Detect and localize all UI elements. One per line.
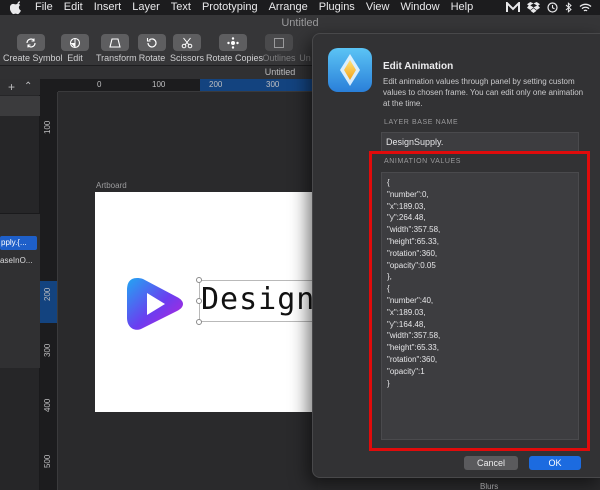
ruler-label: 200 xyxy=(43,287,52,301)
create-symbol-label: Create Symbol xyxy=(3,53,63,63)
resize-handle[interactable] xyxy=(196,277,202,283)
union-label: Un xyxy=(299,53,311,63)
menu-edit[interactable]: Edit xyxy=(64,0,83,15)
title-bar: Untitled xyxy=(0,15,600,32)
ok-button[interactable]: OK xyxy=(529,456,581,470)
resize-handle[interactable] xyxy=(196,319,202,325)
rotate-copies-label: Rotate Copies xyxy=(206,53,264,63)
wifi-icon[interactable] xyxy=(579,3,592,13)
scissors-icon xyxy=(181,37,193,48)
layer-base-name-label: LAYER BASE NAME xyxy=(384,119,459,126)
ruler-label: 100 xyxy=(152,80,166,89)
artboard-label[interactable]: Artboard xyxy=(96,181,127,190)
collapse-icon[interactable]: ⌃ xyxy=(24,81,32,92)
layers-panel-header: + ⌃ xyxy=(0,79,40,95)
outlines-icon xyxy=(274,37,284,48)
layer-base-name-field[interactable]: DesignSupply. xyxy=(381,132,579,153)
add-page-icon[interactable]: + xyxy=(8,80,15,94)
rotate-icon xyxy=(146,37,157,48)
app-window: File Edit Insert Layer Text Prototyping … xyxy=(0,0,600,490)
create-symbol-button[interactable]: Create Symbol xyxy=(3,34,63,66)
ruler-label: 500 xyxy=(43,454,52,468)
dropbox-icon[interactable] xyxy=(527,2,540,13)
edit-animation-dialog: Edit Animation Edit animation values thr… xyxy=(312,33,600,478)
layer-item[interactable]: aseInO... xyxy=(0,254,38,268)
transform-icon xyxy=(109,37,121,48)
plugin-app-icon xyxy=(328,48,372,92)
cancel-button[interactable]: Cancel xyxy=(464,456,518,470)
page-item[interactable] xyxy=(0,96,40,116)
dialog-title: Edit Animation xyxy=(383,61,454,72)
apple-icon[interactable] xyxy=(10,0,24,15)
scissors-label: Scissors xyxy=(170,53,205,63)
menu-window[interactable]: Window xyxy=(400,0,439,15)
layers-panel: + ⌃ pply.{... aseInO... xyxy=(0,79,40,490)
edit-icon xyxy=(69,37,81,48)
rotate-button[interactable]: Rotate xyxy=(138,34,166,66)
horizontal-ruler: 0 100 200 300 xyxy=(58,79,318,92)
ruler-label: 300 xyxy=(43,343,52,357)
artboard[interactable]: DesignS xyxy=(95,192,333,412)
ruler-label: 400 xyxy=(43,398,52,412)
resize-handle[interactable] xyxy=(196,298,202,304)
canvas[interactable]: Artboard DesignS xyxy=(58,92,333,490)
menu-text[interactable]: Text xyxy=(171,0,191,15)
ruler-corner xyxy=(40,79,58,92)
highlight-box xyxy=(369,151,590,451)
dialog-description: Edit animation values through panel by s… xyxy=(383,77,584,108)
play-logo-icon[interactable] xyxy=(125,274,185,334)
time-machine-icon[interactable] xyxy=(547,2,558,13)
menu-view[interactable]: View xyxy=(366,0,390,15)
status-area xyxy=(506,0,592,15)
menu-layer[interactable]: Layer xyxy=(132,0,160,15)
union-button[interactable]: Un xyxy=(298,34,312,66)
rotate-copies-button[interactable]: Rotate Copies xyxy=(206,34,264,66)
menu-insert[interactable]: Insert xyxy=(94,0,122,15)
transform-label: Transform xyxy=(96,53,137,63)
menu-bar: File Edit Insert Layer Text Prototyping … xyxy=(0,0,600,15)
transform-button[interactable]: Transform xyxy=(96,34,137,66)
window-title: Untitled xyxy=(281,17,319,29)
rotate-copies-icon xyxy=(227,36,239,49)
ruler-label: 0 xyxy=(97,80,102,89)
menu-prototyping[interactable]: Prototyping xyxy=(202,0,258,15)
menu-help[interactable]: Help xyxy=(451,0,474,15)
create-symbol-icon xyxy=(26,37,36,48)
menu-arrange[interactable]: Arrange xyxy=(269,0,308,15)
outlines-button[interactable]: Outlines xyxy=(262,34,296,66)
blurs-section-label: Blurs xyxy=(480,482,499,490)
ruler-label: 100 xyxy=(43,120,52,134)
layer-item-selected[interactable]: pply.{... xyxy=(0,236,37,250)
ruler-label: 300 xyxy=(266,80,280,89)
menu-file[interactable]: File xyxy=(35,0,53,15)
ruler-label: 200 xyxy=(209,80,223,89)
edit-button[interactable]: Edit xyxy=(60,34,90,66)
scissors-button[interactable]: Scissors xyxy=(170,34,204,66)
menu-plugins[interactable]: Plugins xyxy=(319,0,355,15)
outlines-label: Outlines xyxy=(262,53,296,63)
vertical-ruler: 100 200 300 400 500 xyxy=(40,92,58,490)
bluetooth-icon[interactable] xyxy=(565,2,572,13)
rotate-label: Rotate xyxy=(138,53,166,63)
edit-label: Edit xyxy=(67,53,83,63)
app-m-icon[interactable] xyxy=(506,2,520,13)
